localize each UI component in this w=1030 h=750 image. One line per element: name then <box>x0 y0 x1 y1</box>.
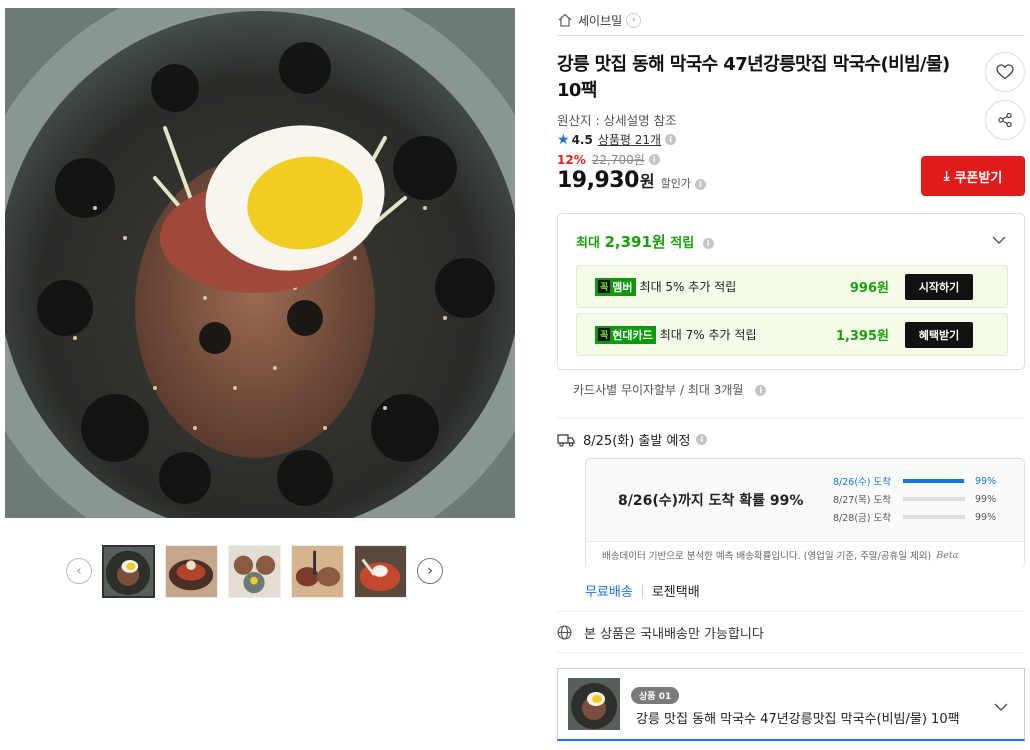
info-icon[interactable]: i <box>696 434 708 445</box>
reward-title[interactable]: 최대 2,391원 적립 i <box>576 231 714 252</box>
probability-footnote: 배송데이터 기반으로 분석한 예측 배송확률입니다. (영업일 기준, 주말/공… <box>586 541 1024 568</box>
download-icon: ⤓ <box>943 168 950 184</box>
divider <box>557 652 1025 653</box>
thumbnail-1[interactable] <box>102 544 155 598</box>
member-tag: 꼭 멤버 <box>595 277 636 296</box>
card-tag: 꼭 현대카드 <box>595 325 656 344</box>
info-icon[interactable]: i <box>665 134 677 145</box>
chevron-right-icon: › <box>626 12 642 28</box>
share-button[interactable] <box>985 100 1025 140</box>
wishlist-button[interactable] <box>985 52 1025 92</box>
rating-score: 4.5 <box>571 132 593 147</box>
card-benefit: 꼭 현대카드 최대 7% 추가 적립 1,395원 혜택받기 <box>576 313 1008 356</box>
arrow-right-icon[interactable]: › <box>417 558 443 584</box>
beta-label: Beta <box>936 549 959 561</box>
option-selector[interactable]: 상품 01 강릉 맛집 동해 막국수 47년강릉맛집 막국수(비빔/물) 10팩 <box>557 668 1025 741</box>
original-price: 22,700원 <box>591 153 645 167</box>
start-button[interactable]: 시작하기 <box>905 273 973 300</box>
option-name: 강릉 맛집 동해 막국수 47년강릉맛집 막국수(비빔/물) 10팩 <box>636 712 960 727</box>
sale-label: 할인가 <box>660 177 692 190</box>
card-benefit-value: 1,395원 <box>835 329 889 344</box>
option-thumbnail <box>568 678 620 730</box>
info-icon[interactable]: i <box>702 238 714 249</box>
origin-info: 원산지 : 상세설명 참조 <box>557 113 677 128</box>
review-link[interactable]: 상품평 21개 <box>598 131 661 148</box>
star-icon: ★ <box>557 131 570 148</box>
domestic-only-notice: 본 상품은 국내배송만 가능합니다 <box>557 623 764 642</box>
home-icon <box>558 13 572 27</box>
ship-date: 8/25(화) 출발 예정 i <box>557 430 708 449</box>
member-benefit: 꼭 멤버 최대 5% 추가 적립 996원 시작하기 <box>576 265 1008 308</box>
card-benefit-desc: 최대 7% 추가 적립 <box>659 328 757 342</box>
reward-amount: 2,391원 <box>604 233 666 251</box>
discount-rate: 12% <box>557 152 586 167</box>
info-icon[interactable]: i <box>648 154 660 165</box>
prob-row: 8/26(수) 도착 99% <box>833 475 997 489</box>
prob-row: 8/28(금) 도착 99% <box>833 511 997 525</box>
arrow-left-icon[interactable]: ‹ <box>66 558 92 584</box>
divider <box>557 611 1025 612</box>
store-name[interactable]: 세이브밀 <box>578 12 622 29</box>
product-title: 강릉 맛집 동해 막국수 47년강릉맛집 막국수(비빔/물) 10팩 <box>557 54 950 101</box>
benefit-button[interactable]: 혜택받기 <box>905 321 973 348</box>
info-icon[interactable]: i <box>695 179 707 190</box>
price-unit: 원 <box>639 172 655 191</box>
member-benefit-desc: 최대 5% 추가 적립 <box>639 280 737 294</box>
delivery-probability-box: 8/26(수)까지 도착 확률 99% 8/26(수) 도착 99% 8/27(… <box>585 458 1025 568</box>
sale-price: 19,930 <box>557 168 639 193</box>
info-icon[interactable]: i <box>755 385 767 396</box>
heart-icon <box>996 64 1014 80</box>
reward-prefix: 최대 <box>576 236 600 251</box>
reward-box: 최대 2,391원 적립 i 꼭 멤버 최대 5% 추가 적립 996원 시작하기… <box>557 213 1025 370</box>
price-row: 19,930 원 할인가 i <box>557 168 707 193</box>
share-icon <box>998 112 1012 128</box>
prob-row: 8/27(목) 도착 99% <box>833 493 997 507</box>
chevron-down-icon[interactable] <box>994 700 1008 714</box>
thumbnail-5[interactable] <box>354 544 407 598</box>
reward-suffix: 적립 <box>670 236 695 251</box>
globe-icon <box>557 625 572 640</box>
member-benefit-value: 996원 <box>849 281 889 296</box>
courier-label: 로젠택배 <box>651 585 700 600</box>
shipping-type: 무료배송 로젠택배 <box>585 581 700 600</box>
thumbnail-4[interactable] <box>291 544 344 598</box>
probability-title: 8/26(수)까지 도착 확률 99% <box>618 493 804 509</box>
coupon-label: 쿠폰받기 <box>954 170 1003 186</box>
thumbnail-3[interactable] <box>228 544 281 598</box>
free-shipping-label: 무료배송 <box>585 585 633 600</box>
divider <box>557 417 1025 418</box>
coupon-button[interactable]: ⤓ 쿠폰받기 <box>921 156 1025 196</box>
option-badge: 상품 01 <box>631 687 680 704</box>
discount-row: 12% 22,700원 i <box>557 151 660 168</box>
thumbnail-2[interactable] <box>165 544 218 598</box>
main-product-image <box>5 8 515 518</box>
divider <box>557 35 1025 36</box>
thumbnail-strip: ‹ › <box>66 543 443 599</box>
installment-info: 카드사별 무이자할부 / 최대 3개월 i <box>573 381 767 398</box>
truck-icon <box>557 433 575 447</box>
chevron-down-icon[interactable] <box>992 233 1006 247</box>
store-link[interactable]: 세이브밀 › <box>557 9 642 31</box>
rating-row: ★ 4.5 상품평 21개 i <box>557 131 677 148</box>
